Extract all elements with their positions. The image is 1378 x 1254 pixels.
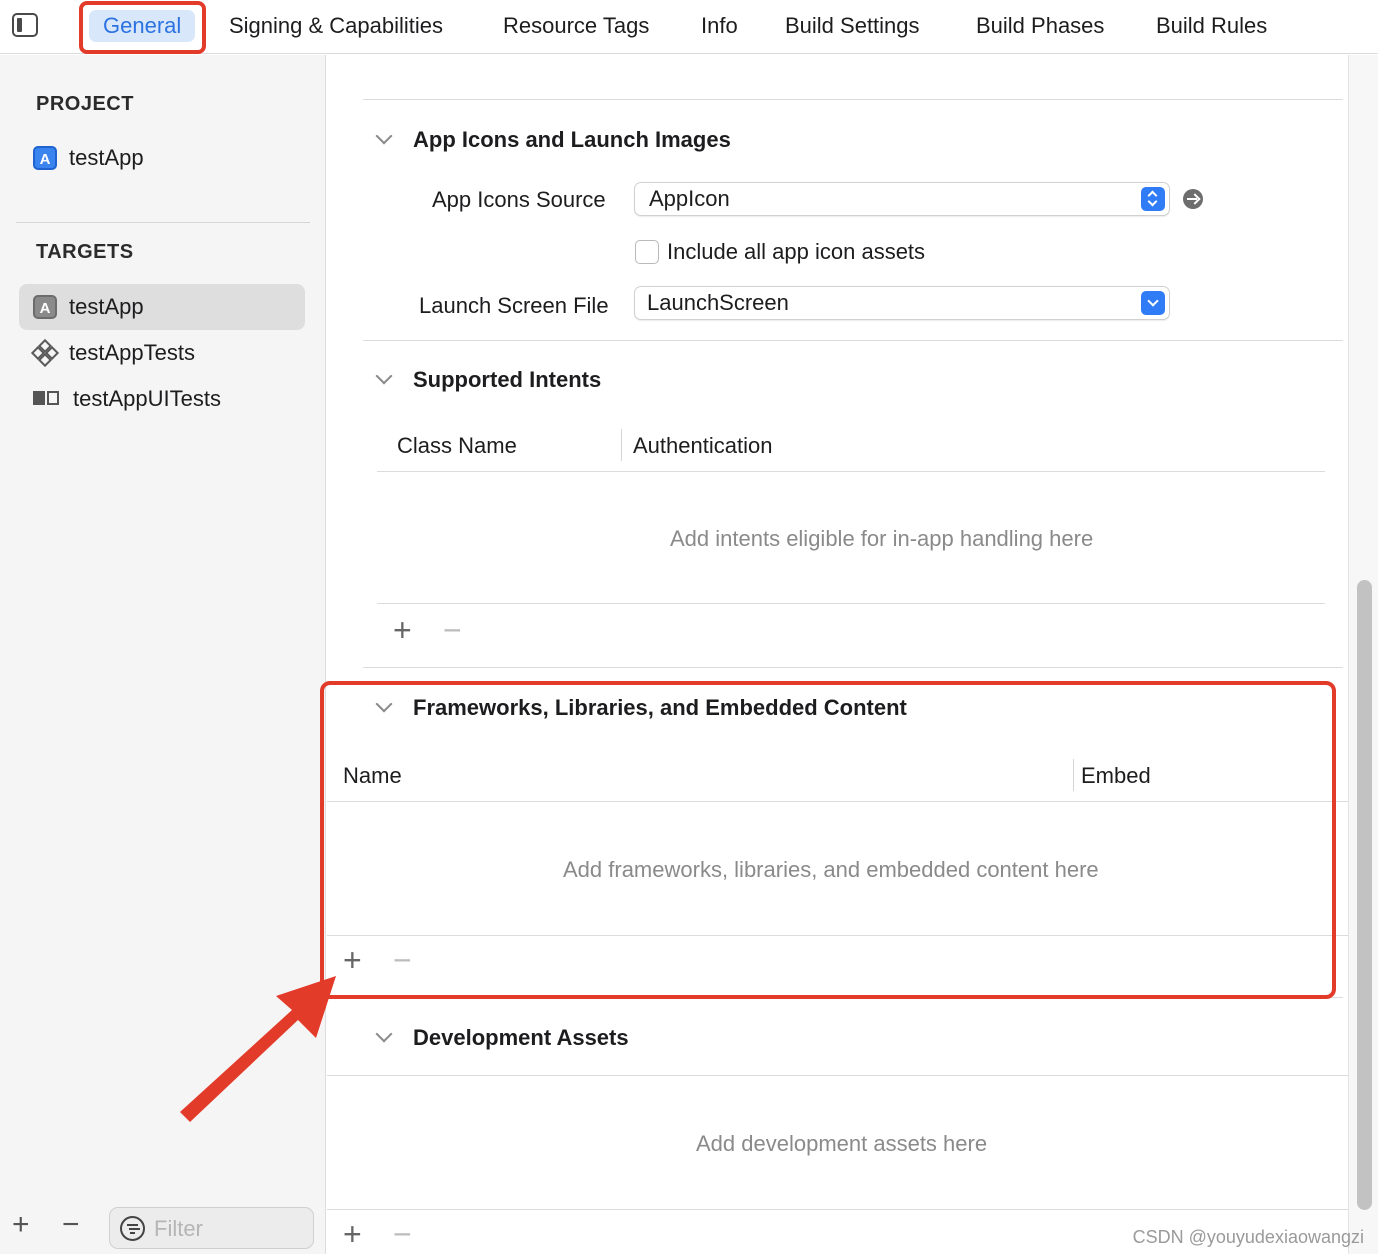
sidebar-item-label: testAppTests: [69, 340, 195, 365]
intents-empty-message: Add intents eligible for in-app handling…: [670, 526, 1094, 551]
include-all-icons-checkbox[interactable]: [635, 240, 659, 264]
section-divider: [363, 667, 1343, 668]
annotation-arrow-icon: [180, 976, 336, 1122]
remove-dev-asset-button[interactable]: −: [393, 1218, 412, 1250]
project-icon: A: [33, 146, 57, 170]
sidebar-item-label: testApp: [69, 294, 144, 319]
general-settings-pane: App Icons and Launch Images App Icons So…: [327, 55, 1378, 1254]
app-icons-source-label: App Icons Source: [432, 187, 606, 212]
disclosure-chevron-icon[interactable]: [375, 127, 393, 145]
tab-info[interactable]: Info: [701, 10, 738, 42]
filter-icon: [120, 1216, 145, 1241]
tab-resource-tags[interactable]: Resource Tags: [503, 10, 649, 42]
chevron-down-icon: [1141, 291, 1165, 315]
section-divider: [363, 99, 1343, 100]
sidebar-item-target-tests[interactable]: testAppTests: [19, 330, 305, 376]
remove-intent-button[interactable]: −: [443, 614, 462, 646]
chevron-updown-icon: [1141, 187, 1165, 211]
targets-heading: TARGETS: [36, 241, 134, 263]
launch-screen-select[interactable]: LaunchScreen: [634, 286, 1170, 320]
go-to-arrow-icon[interactable]: [1183, 189, 1203, 209]
unit-tests-icon: [30, 338, 60, 368]
table-header-divider: [327, 1075, 1349, 1076]
filter-field[interactable]: Filter: [109, 1207, 314, 1249]
annotation-highlight-frameworks: [320, 681, 1336, 999]
sidebar-item-project[interactable]: A testApp: [19, 135, 305, 181]
add-intent-button[interactable]: +: [393, 614, 412, 646]
watermark: CSDN @youyudexiaowangzi: [1132, 1227, 1364, 1247]
column-header-class-name[interactable]: Class Name: [397, 433, 517, 459]
column-separator: [621, 429, 622, 461]
sidebar-item-label: testApp: [69, 145, 144, 170]
table-footer-divider: [327, 1209, 1349, 1210]
filter-placeholder: Filter: [154, 1216, 203, 1241]
dev-assets-empty-message: Add development assets here: [696, 1131, 988, 1156]
table-footer-divider: [377, 603, 1325, 604]
annotation-highlight-general-tab: [79, 1, 206, 54]
include-all-icons-label: Include all app icon assets: [667, 239, 926, 264]
sidebar-divider: [16, 222, 310, 223]
project-heading: PROJECT: [36, 93, 134, 115]
vertical-scrollbar[interactable]: [1348, 55, 1378, 1254]
table-header-divider: [377, 471, 1325, 472]
remove-target-button[interactable]: −: [62, 1210, 80, 1240]
editor-tab-bar: General Signing & Capabilities Resource …: [0, 0, 1378, 54]
tab-build-phases[interactable]: Build Phases: [976, 10, 1104, 42]
launch-screen-value: LaunchScreen: [647, 290, 789, 315]
tab-build-settings[interactable]: Build Settings: [785, 10, 920, 42]
sidebar-item-target-uitests[interactable]: testAppUITests: [19, 376, 305, 422]
scrollbar-thumb[interactable]: [1357, 580, 1372, 1210]
column-header-authentication[interactable]: Authentication: [633, 433, 772, 459]
section-title-app-icons: App Icons and Launch Images: [413, 127, 731, 152]
section-title-supported-intents: Supported Intents: [413, 367, 602, 392]
app-icons-source-select[interactable]: AppIcon: [634, 182, 1170, 216]
disclosure-chevron-icon[interactable]: [375, 1025, 393, 1043]
sidebar-item-label: testAppUITests: [73, 386, 221, 411]
app-icons-source-value: AppIcon: [649, 186, 730, 211]
app-target-icon: A: [33, 295, 57, 319]
section-divider: [363, 340, 1343, 341]
add-dev-asset-button[interactable]: +: [343, 1218, 362, 1250]
launch-screen-label: Launch Screen File: [419, 293, 609, 318]
sidebar-footer: + − Filter: [0, 1194, 326, 1254]
tab-build-rules[interactable]: Build Rules: [1156, 10, 1267, 42]
ui-tests-icon: [33, 389, 61, 409]
section-title-development-assets: Development Assets: [413, 1025, 629, 1050]
sidebar-toggle-icon[interactable]: [12, 13, 38, 37]
add-target-button[interactable]: +: [12, 1210, 30, 1240]
tab-signing-capabilities[interactable]: Signing & Capabilities: [229, 10, 443, 42]
sidebar-item-target-testapp[interactable]: A testApp: [19, 284, 305, 330]
disclosure-chevron-icon[interactable]: [375, 367, 393, 385]
